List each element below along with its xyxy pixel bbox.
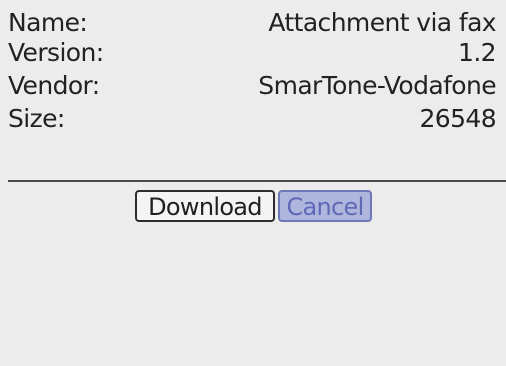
vendor-row: Vendor: SmarTone-Vodafone [0, 71, 506, 101]
version-value: 1.2 [458, 38, 497, 67]
action-buttons: Download Cancel [135, 190, 385, 224]
section-divider [8, 180, 506, 182]
cancel-button[interactable]: Cancel [278, 190, 372, 222]
size-label: Size: [8, 104, 65, 133]
download-button[interactable]: Download [135, 190, 275, 222]
vendor-value: SmarTone-Vodafone [258, 71, 496, 100]
size-row: Size: 26548 [0, 104, 506, 134]
empty-content-area [0, 230, 506, 366]
version-label: Version: [8, 38, 104, 67]
download-confirmation-screen: Name: Attachment via fax Version: 1.2 Ve… [0, 0, 506, 366]
version-row: Version: 1.2 [0, 38, 506, 68]
name-label: Name: [8, 8, 88, 37]
name-value: Attachment via fax [268, 8, 496, 37]
size-value: 26548 [419, 104, 496, 133]
name-row: Name: Attachment via fax [0, 8, 506, 38]
vendor-label: Vendor: [8, 71, 100, 100]
